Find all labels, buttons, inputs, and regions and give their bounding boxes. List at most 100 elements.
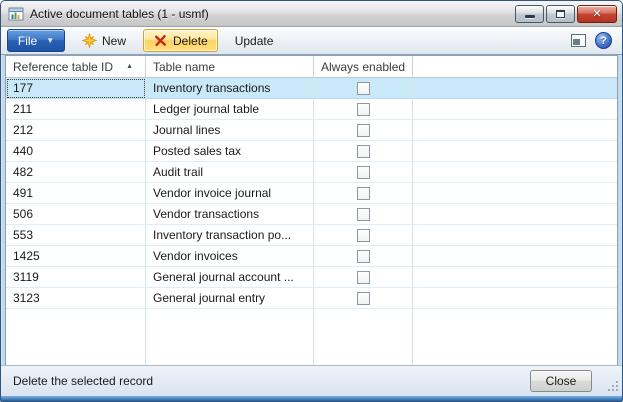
column-header-reference-table-id[interactable]: Reference table ID ▲ <box>6 56 146 78</box>
cell-reference-table-id[interactable]: 506 <box>6 204 146 225</box>
cell-empty <box>413 78 617 99</box>
close-icon: ✕ <box>592 9 601 20</box>
always-enabled-checkbox[interactable] <box>357 292 370 305</box>
delete-button-label: Delete <box>173 34 208 48</box>
cell-reference-table-id[interactable]: 491 <box>6 183 146 204</box>
cell-reference-table-id[interactable]: 3119 <box>6 267 146 288</box>
cell-empty <box>413 288 617 309</box>
window-bottom-border <box>1 396 622 401</box>
column-header-empty <box>413 56 617 78</box>
always-enabled-checkbox[interactable] <box>357 250 370 263</box>
cell-table-name[interactable]: Vendor transactions <box>146 204 314 225</box>
file-menu-label: File <box>18 34 37 48</box>
grid-filler <box>6 309 617 365</box>
table-row[interactable]: 212 Journal lines <box>6 120 617 141</box>
cell-reference-table-id[interactable]: 212 <box>6 120 146 141</box>
cell-empty <box>413 267 617 288</box>
new-button[interactable]: New <box>72 29 136 52</box>
table-row[interactable]: 3123 General journal entry <box>6 288 617 309</box>
cell-table-name[interactable]: Vendor invoice journal <box>146 183 314 204</box>
always-enabled-checkbox[interactable] <box>357 271 370 284</box>
table-row[interactable]: 211 Ledger journal table <box>6 99 617 120</box>
titlebar[interactable]: Active document tables (1 - usmf) ✕ <box>1 1 622 27</box>
table-row[interactable]: 506 Vendor transactions <box>6 204 617 225</box>
table-row[interactable]: 553 Inventory transaction po... <box>6 225 617 246</box>
column-header-label: Reference table ID <box>13 60 113 74</box>
table-row[interactable]: 177 Inventory transactions <box>6 78 617 99</box>
cell-empty <box>413 204 617 225</box>
toolbar-right: ? <box>571 32 616 49</box>
always-enabled-checkbox[interactable] <box>357 208 370 221</box>
window-controls: ✕ <box>515 4 617 23</box>
help-glyph: ? <box>600 35 607 47</box>
cell-always-enabled <box>314 162 413 183</box>
table-row[interactable]: 491 Vendor invoice journal <box>6 183 617 204</box>
window: Active document tables (1 - usmf) ✕ File… <box>0 0 623 402</box>
status-bar: Delete the selected record Close <box>1 365 622 396</box>
status-message: Delete the selected record <box>13 374 153 388</box>
cell-always-enabled <box>314 183 413 204</box>
always-enabled-checkbox[interactable] <box>357 82 370 95</box>
cell-table-name[interactable]: Inventory transaction po... <box>146 225 314 246</box>
cell-reference-table-id[interactable]: 211 <box>6 99 146 120</box>
always-enabled-checkbox[interactable] <box>357 145 370 158</box>
cell-table-name[interactable]: Inventory transactions <box>146 78 314 99</box>
column-header-label: Table name <box>153 60 215 74</box>
chevron-down-icon: ▼ <box>46 37 54 45</box>
always-enabled-checkbox[interactable] <box>357 124 370 137</box>
cell-empty <box>413 225 617 246</box>
cell-always-enabled <box>314 246 413 267</box>
always-enabled-checkbox[interactable] <box>357 103 370 116</box>
cell-table-name[interactable]: Posted sales tax <box>146 141 314 162</box>
table-row[interactable]: 440 Posted sales tax <box>6 141 617 162</box>
cell-always-enabled <box>314 141 413 162</box>
column-header-label: Always enabled <box>321 60 405 74</box>
update-button-label: Update <box>235 34 274 48</box>
cell-reference-table-id[interactable]: 553 <box>6 225 146 246</box>
cell-table-name[interactable]: Journal lines <box>146 120 314 141</box>
cell-reference-table-id[interactable]: 1425 <box>6 246 146 267</box>
cell-always-enabled <box>314 225 413 246</box>
cell-always-enabled <box>314 120 413 141</box>
always-enabled-checkbox[interactable] <box>357 229 370 242</box>
always-enabled-checkbox[interactable] <box>357 187 370 200</box>
toolbar: File ▼ New Delete Updat <box>1 27 622 55</box>
resize-grip-icon[interactable] <box>607 380 619 392</box>
cell-table-name[interactable]: General journal entry <box>146 288 314 309</box>
grid: Reference table ID ▲ Table name Always e… <box>5 55 618 365</box>
table-row[interactable]: 3119 General journal account ... <box>6 267 617 288</box>
cell-table-name[interactable]: Ledger journal table <box>146 99 314 120</box>
update-button[interactable]: Update <box>225 29 284 52</box>
table-row[interactable]: 1425 Vendor invoices <box>6 246 617 267</box>
sort-ascending-icon: ▲ <box>126 63 138 70</box>
always-enabled-checkbox[interactable] <box>357 166 370 179</box>
minimize-icon <box>525 15 535 18</box>
cell-always-enabled <box>314 99 413 120</box>
cell-reference-table-id[interactable]: 482 <box>6 162 146 183</box>
delete-button[interactable]: Delete <box>143 29 218 52</box>
grid-layout-icon[interactable] <box>571 34 586 47</box>
new-button-label: New <box>102 34 126 48</box>
help-icon[interactable]: ? <box>595 32 612 49</box>
new-record-icon <box>82 33 97 48</box>
close-button[interactable]: Close <box>530 370 592 392</box>
app-icon <box>8 6 24 22</box>
close-window-button[interactable]: ✕ <box>577 5 617 23</box>
cell-reference-table-id[interactable]: 177 <box>6 78 146 99</box>
grid-body: 177 Inventory transactions 211 Ledger jo… <box>6 78 617 309</box>
cell-reference-table-id[interactable]: 440 <box>6 141 146 162</box>
cell-empty <box>413 120 617 141</box>
cell-table-name[interactable]: General journal account ... <box>146 267 314 288</box>
cell-empty <box>413 99 617 120</box>
grid-header: Reference table ID ▲ Table name Always e… <box>6 56 617 78</box>
column-header-table-name[interactable]: Table name <box>146 56 314 78</box>
table-row[interactable]: 482 Audit trail <box>6 162 617 183</box>
restore-button[interactable] <box>546 5 575 23</box>
cell-table-name[interactable]: Audit trail <box>146 162 314 183</box>
cell-table-name[interactable]: Vendor invoices <box>146 246 314 267</box>
file-menu-button[interactable]: File ▼ <box>7 29 65 52</box>
cell-reference-table-id[interactable]: 3123 <box>6 288 146 309</box>
cell-always-enabled <box>314 78 413 99</box>
minimize-button[interactable] <box>515 5 544 23</box>
column-header-always-enabled[interactable]: Always enabled <box>314 56 413 78</box>
